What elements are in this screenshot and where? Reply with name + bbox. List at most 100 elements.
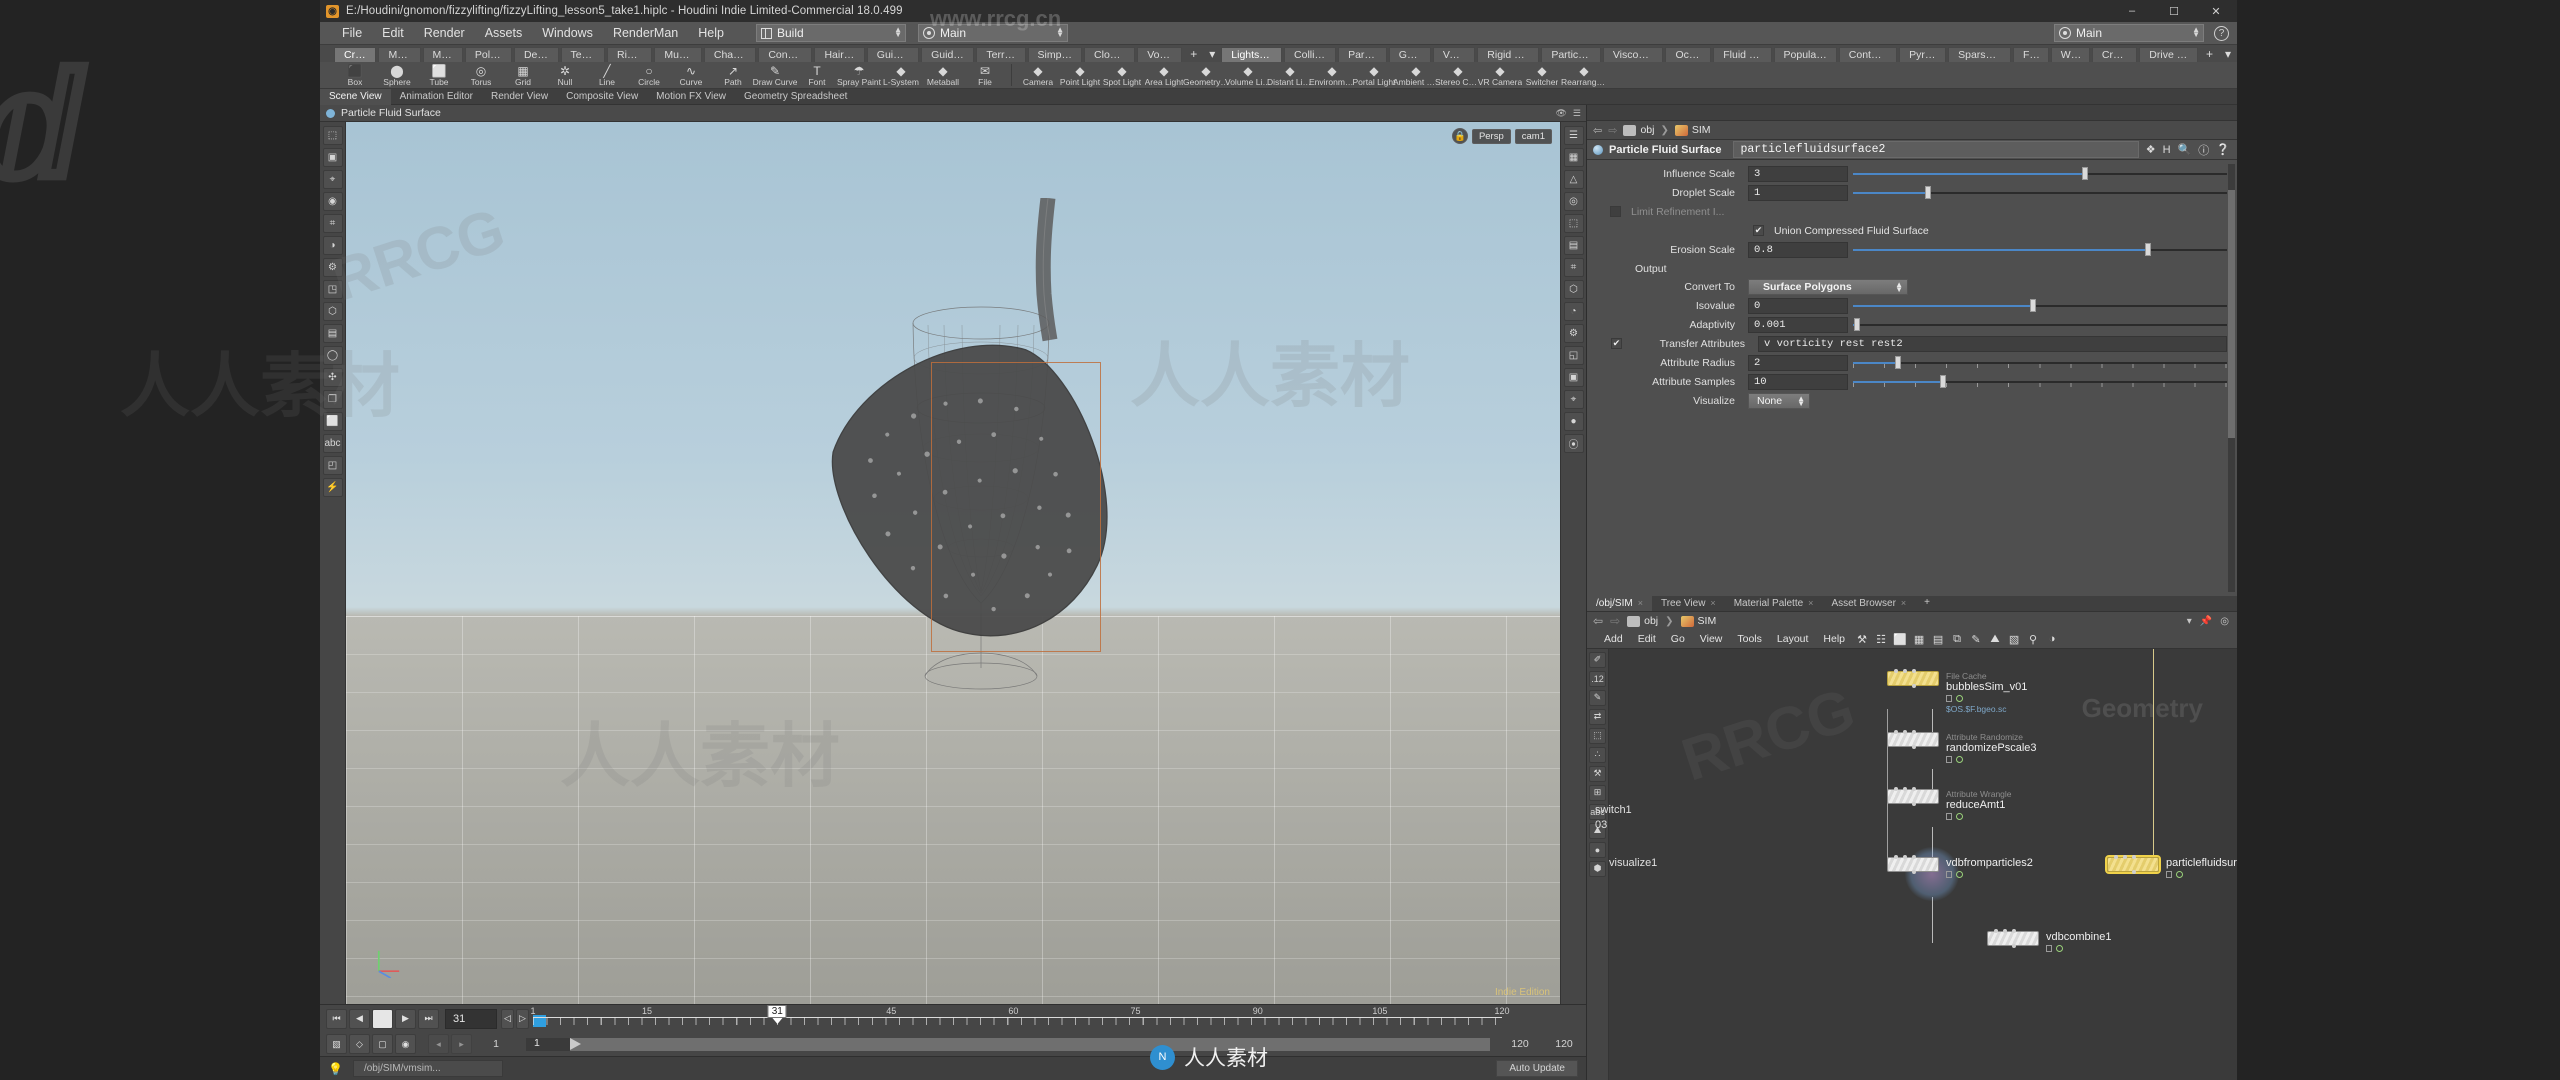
network-tab--obj-sim[interactable]: /obj/SIM ×: [1587, 595, 1652, 611]
jump-to-end-button[interactable]: ⏭: [418, 1008, 439, 1029]
shelf-tab-7[interactable]: Muscles: [654, 47, 702, 62]
network-menu-add[interactable]: Add: [1597, 630, 1630, 648]
shelf-tool-line[interactable]: ╱ Line: [586, 62, 628, 88]
network-node-reduceamt1-output[interactable]: [1912, 801, 1916, 806]
help-icon[interactable]: ❔: [2216, 143, 2230, 156]
output-adaptivity-slider[interactable]: [1853, 317, 2227, 333]
viewport-tool-16[interactable]: ⚡: [322, 478, 343, 497]
param-erosion-scale-slider[interactable]: [1853, 242, 2227, 258]
shelf-tool-tube[interactable]: ⬜ Tube: [418, 62, 460, 88]
timeline-playhead[interactable]: 31: [767, 1004, 787, 1024]
network-node-vdbcombine1[interactable]: vdbcombine1: [1987, 928, 2111, 952]
network-node-reduceamt1-lock-icon[interactable]: [1946, 812, 1952, 820]
network-rail-tool-7[interactable]: ⊞: [1589, 784, 1606, 801]
param-path-sim[interactable]: SIM: [1674, 124, 1711, 136]
auto-update-button[interactable]: Auto Update: [1496, 1060, 1578, 1077]
network-path-obj[interactable]: obj: [1627, 615, 1658, 627]
shelf-tab-r-9[interactable]: Fluid Con...: [1713, 47, 1772, 62]
shelf-tool-distant-light[interactable]: ◆ Distant Light: [1267, 62, 1313, 88]
network-node-particlefluidsurface2-display-icon[interactable]: [2176, 870, 2183, 878]
houdini-h-icon[interactable]: H: [2163, 144, 2171, 156]
network-path-sim[interactable]: SIM: [1680, 615, 1716, 627]
shelf-tool-l-system[interactable]: ◆ L-System: [880, 62, 922, 88]
network-node-vdbcombine1-output[interactable]: [2012, 943, 2016, 948]
shelf-tab-r-12[interactable]: Pyro FX: [1899, 47, 1947, 62]
menu-renderman[interactable]: RenderMan: [603, 22, 688, 45]
viewport-display-option-1[interactable]: ▦: [1563, 148, 1584, 167]
shelf-tool-volume-light[interactable]: ◆ Volume Light: [1225, 62, 1271, 88]
param-union-compressed-fluid-surface-checkbox[interactable]: ✔: [1753, 225, 1764, 236]
network-node-reduceamt1-display-icon[interactable]: [1956, 812, 1963, 820]
shelf-add-tab-button-2[interactable]: +: [2200, 47, 2219, 62]
shelf-tab-dropdown-icon-2[interactable]: ▾: [2219, 47, 2237, 62]
network-node-reduceamt1-body[interactable]: [1887, 786, 1939, 806]
shelf-tool-spray-paint[interactable]: ☂ Spray Paint: [837, 62, 881, 88]
current-frame-field[interactable]: 31: [445, 1008, 497, 1029]
network-menu-view[interactable]: View: [1693, 630, 1730, 648]
build-selector[interactable]: Build ▲ ▼: [755, 24, 906, 42]
network-node-03[interactable]: 03: [1595, 819, 1607, 831]
network-back-icon[interactable]: ⇦: [1593, 614, 1603, 628]
close-button[interactable]: ✕: [2195, 0, 2237, 22]
shelf-tab-r-1[interactable]: Collisions: [1284, 47, 1337, 62]
viewport-tool-11[interactable]: ✣: [322, 368, 343, 387]
network-node-vdbfromparticles2-display-icon[interactable]: [1956, 870, 1963, 878]
network-node-vdbcombine1-inputs[interactable]: [1994, 928, 2016, 933]
shelf-tool-metaball[interactable]: ◆ Metaball: [922, 62, 964, 88]
shelf-tab-r-4[interactable]: Vellum: [1432, 47, 1476, 62]
desktop-spinner-icon[interactable]: ▲ ▼: [1056, 26, 1064, 39]
network-menu-layout[interactable]: Layout: [1770, 630, 1816, 648]
network-rail-tool-10[interactable]: ●: [1589, 841, 1606, 858]
viewport-display-option-3[interactable]: ◎: [1563, 192, 1584, 211]
shelf-tab-r-2[interactable]: Particles: [1338, 47, 1387, 62]
network-node-bubblessim-v01-body[interactable]: [1887, 668, 1939, 688]
network-node-vdbfromparticles2-body[interactable]: [1887, 854, 1939, 874]
network-rail-tool-0[interactable]: ✐: [1589, 651, 1606, 668]
viewport-display-option-0[interactable]: ☰: [1563, 126, 1584, 145]
param-droplet-scale-slider[interactable]: [1853, 185, 2227, 201]
output-convert-to-dropdown[interactable]: Surface Polygons ▲ ▼: [1748, 278, 1908, 295]
shelf-tab-6[interactable]: Rigging: [607, 47, 653, 62]
build-spinner-icon[interactable]: ▲ ▼: [894, 26, 902, 39]
network-node-randomizepscale3-display-icon[interactable]: [1956, 755, 1963, 763]
network-rail-tool-5[interactable]: ∴: [1589, 746, 1606, 763]
network-pin-icon[interactable]: 📌: [2200, 616, 2212, 627]
info-icon[interactable]: ⓘ: [2198, 142, 2209, 158]
network-tab-tree-view[interactable]: Tree View ×: [1652, 595, 1725, 611]
network-node-vdbfromparticles2-inputs[interactable]: [1894, 854, 1916, 859]
shelf-tool-circle[interactable]: ○ Circle: [628, 62, 670, 88]
range-end-b-value[interactable]: 120: [1542, 1038, 1586, 1050]
shelf-tab-r-0[interactable]: Lights and...: [1221, 47, 1283, 62]
network-node-vdbcombine1-body[interactable]: [1987, 928, 2039, 948]
viewport-view-mode[interactable]: Persp: [1471, 128, 1511, 144]
shelf-tool-portal-light[interactable]: ◆ Portal Light: [1353, 62, 1396, 88]
shelf-tool-area-light[interactable]: ◆ Area Light: [1143, 62, 1185, 88]
shelf-tab-10[interactable]: Hair Utils: [814, 47, 865, 62]
scene-pane-tab-motion-fx-view[interactable]: Motion FX View: [647, 89, 735, 105]
network-node-bubblessim-v01-output[interactable]: [1912, 683, 1916, 688]
network-node-vdbfromparticles2-lock-icon[interactable]: [1946, 870, 1952, 878]
param-droplet-scale-handle[interactable]: [1924, 186, 1931, 199]
shelf-tool-box[interactable]: ⬛ Box: [334, 62, 376, 88]
shelf-tool-camera[interactable]: ◆ Camera: [1017, 62, 1059, 88]
key-all-toggle[interactable]: ▧: [326, 1034, 347, 1055]
shelf-tool-rearranged-camera[interactable]: ◆Rearranged Camera: [1561, 62, 1607, 88]
network-rail-tool-1[interactable]: .12: [1589, 670, 1606, 687]
shelf-tab-r-13[interactable]: Sparse Pyr...: [1948, 47, 2011, 62]
menu-assets[interactable]: Assets: [475, 22, 533, 45]
network-node-particlefluidsurface2[interactable]: particlefluidsurface2: [2107, 854, 2237, 878]
range-start-value[interactable]: 1: [474, 1038, 518, 1050]
range-handle[interactable]: [570, 1037, 581, 1050]
network-node-randomizepscale3-body[interactable]: [1887, 729, 1939, 749]
network-node-randomizepscale3-output[interactable]: [1912, 744, 1916, 749]
viewport-display-option-8[interactable]: ◔: [1563, 302, 1584, 321]
network-tab-close-icon[interactable]: ×: [1901, 598, 1906, 608]
menu-render[interactable]: Render: [414, 22, 475, 45]
frame-step-right-button[interactable]: ▷: [516, 1008, 529, 1029]
viewport-tool-6[interactable]: ⚙: [322, 258, 343, 277]
range-next-key-button[interactable]: ▸: [451, 1034, 472, 1055]
shelf-tab-9[interactable]: Constrai...: [758, 47, 813, 62]
viewport-camera-selector[interactable]: cam1: [1514, 128, 1552, 144]
param-erosion-scale-field[interactable]: 0.8: [1748, 241, 1848, 258]
shelf-tab-1[interactable]: Modify: [378, 47, 421, 62]
